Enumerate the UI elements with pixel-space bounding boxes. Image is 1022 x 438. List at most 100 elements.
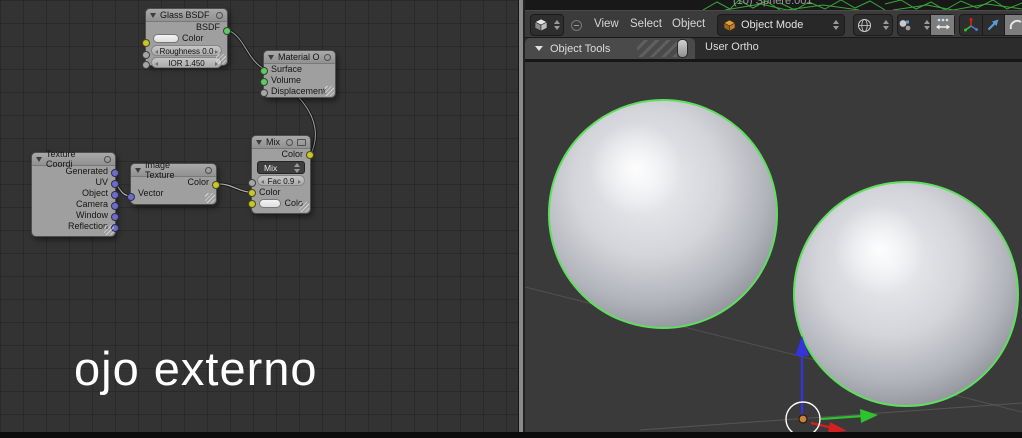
translate-arrow-icon	[987, 19, 999, 31]
manipulator-group	[959, 14, 1022, 36]
input-label: Colo	[284, 198, 303, 208]
collapse-icon[interactable]	[135, 167, 141, 173]
node-material-output[interactable]: Material O Surface Volume Displacement	[260, 50, 336, 98]
socket-ior-in[interactable]	[142, 61, 150, 69]
pivot-group	[897, 14, 955, 36]
manipulate-centers-toggle[interactable]	[931, 15, 954, 35]
output-label: Camera	[75, 199, 108, 209]
clock-icon	[205, 166, 212, 174]
node-editor-region[interactable]: Glass BSDF BSDF Color Roughness 0.0 IOR …	[0, 0, 518, 438]
updown-arrows-icon	[883, 20, 889, 30]
object-tools-panel-header[interactable]: Object Tools	[525, 38, 695, 59]
node-title: Glass BSDF	[160, 10, 210, 20]
pin-icon[interactable]	[677, 39, 688, 58]
editor-type-button[interactable]	[530, 14, 564, 36]
viewport-editor-icon	[534, 18, 548, 32]
mode-dropdown[interactable]: Object Mode	[717, 14, 845, 36]
menu-select[interactable]: Select	[630, 11, 662, 37]
pivot-icon	[899, 19, 911, 31]
socket-uv-out[interactable]	[111, 180, 119, 188]
mode-label: Object Mode	[741, 19, 804, 31]
node-title: Material O	[278, 52, 320, 62]
output-label: BSDF	[195, 22, 220, 32]
collapse-menus-icon[interactable]	[571, 20, 582, 31]
node-title: Mix	[266, 137, 280, 147]
viewport-header: View Select Object Object Mode	[525, 10, 1022, 38]
blender-window: Glass BSDF BSDF Color Roughness 0.0 IOR …	[0, 0, 1022, 438]
socket-color-out[interactable]	[306, 151, 314, 159]
options-icon	[297, 138, 306, 146]
node-texture-coordinate[interactable]: Texture Coordi Generated UV Object Camer…	[31, 149, 119, 237]
output-label: UV	[95, 177, 108, 187]
view-orientation-label: User Ortho	[705, 41, 759, 53]
area-splitter[interactable]	[518, 0, 525, 438]
collapse-icon[interactable]	[256, 139, 262, 145]
color-swatch[interactable]	[153, 34, 179, 43]
info-strip: (10) Sphere.001	[525, 0, 1022, 10]
socket-volume-in[interactable]	[260, 78, 268, 86]
collapse-icon[interactable]	[268, 54, 274, 60]
viewport-shading-icon	[858, 18, 871, 32]
socket-fac-in[interactable]	[248, 179, 256, 187]
axis-tripod-icon	[963, 18, 978, 32]
menu-object[interactable]: Object	[672, 11, 705, 37]
output-label: Object	[81, 188, 108, 198]
socket-color-out[interactable]	[212, 181, 220, 189]
socket-window-out[interactable]	[111, 213, 119, 221]
socket-displacement-in[interactable]	[260, 89, 268, 97]
socket-surface-in[interactable]	[260, 67, 268, 75]
socket-roughness-in[interactable]	[142, 51, 150, 59]
info-object-name: (10) Sphere.001	[733, 0, 813, 7]
rotate-arc-icon	[1009, 19, 1022, 30]
socket-camera-out[interactable]	[111, 202, 119, 210]
center-points-icon	[935, 18, 950, 30]
clock-icon	[216, 11, 223, 19]
node-glass-bsdf[interactable]: Glass BSDF BSDF Color Roughness 0.0 IOR …	[142, 8, 231, 69]
collapse-icon[interactable]	[36, 156, 42, 162]
tool-shelf: Object Tools User Ortho	[525, 38, 1022, 59]
sphere-object-left[interactable]	[548, 99, 778, 329]
updown-arrows-icon	[924, 20, 931, 30]
node-mix[interactable]: Mix Color Mix Fac 0.9 Color Colo	[248, 135, 314, 214]
output-label: Color	[281, 149, 303, 159]
socket-color2-in[interactable]	[248, 200, 256, 208]
socket-color-in[interactable]	[142, 39, 150, 47]
viewport-area: (10) Sphere.001 View Select Object Objec…	[525, 0, 1022, 438]
shading-dropdown[interactable]	[853, 14, 893, 36]
viewport-3d	[525, 62, 1022, 432]
input-label: Displacement	[271, 86, 326, 96]
rotate-manipulator-button[interactable]	[1005, 15, 1022, 35]
color2-swatch[interactable]	[259, 199, 282, 208]
menu-view[interactable]: View	[594, 11, 619, 37]
socket-object-out[interactable]	[111, 191, 119, 199]
updown-arrows-icon	[554, 20, 560, 30]
input-label: Surface	[271, 64, 303, 74]
translate-manipulator-button[interactable]	[983, 15, 1005, 35]
output-label: Reflection	[67, 221, 108, 231]
socket-generated-out[interactable]	[111, 169, 119, 177]
updown-arrows-icon	[833, 20, 839, 30]
ior-slider[interactable]: IOR 1.450	[151, 57, 222, 68]
input-label: Volume	[271, 75, 302, 85]
blend-mode-dropdown[interactable]: Mix	[257, 161, 305, 174]
panel-title: Object Tools	[550, 42, 611, 55]
bottom-edge	[0, 432, 1022, 438]
node-image-texture[interactable]: Image Texture Color Vector	[127, 160, 220, 205]
output-label: Generated	[65, 166, 108, 176]
collapse-icon[interactable]	[150, 12, 156, 18]
pivot-point-dropdown[interactable]	[898, 15, 932, 35]
clock-icon	[104, 155, 111, 163]
manipulator-toggle-button[interactable]	[960, 15, 983, 35]
roughness-slider[interactable]: Roughness 0.0	[151, 45, 222, 56]
socket-bsdf-out[interactable]	[223, 27, 231, 35]
output-label: Window	[75, 210, 108, 220]
socket-vector-in[interactable]	[127, 193, 135, 201]
panel-collapse-icon[interactable]	[535, 46, 543, 51]
output-label: Color	[187, 177, 209, 187]
input-label: Color	[259, 187, 281, 197]
fac-slider[interactable]: Fac 0.9	[257, 175, 305, 186]
socket-reflection-out[interactable]	[111, 224, 119, 232]
sphere-object-right[interactable]	[793, 181, 1019, 407]
panel-drag-stripes	[637, 40, 677, 57]
socket-color1-in[interactable]	[248, 189, 256, 197]
